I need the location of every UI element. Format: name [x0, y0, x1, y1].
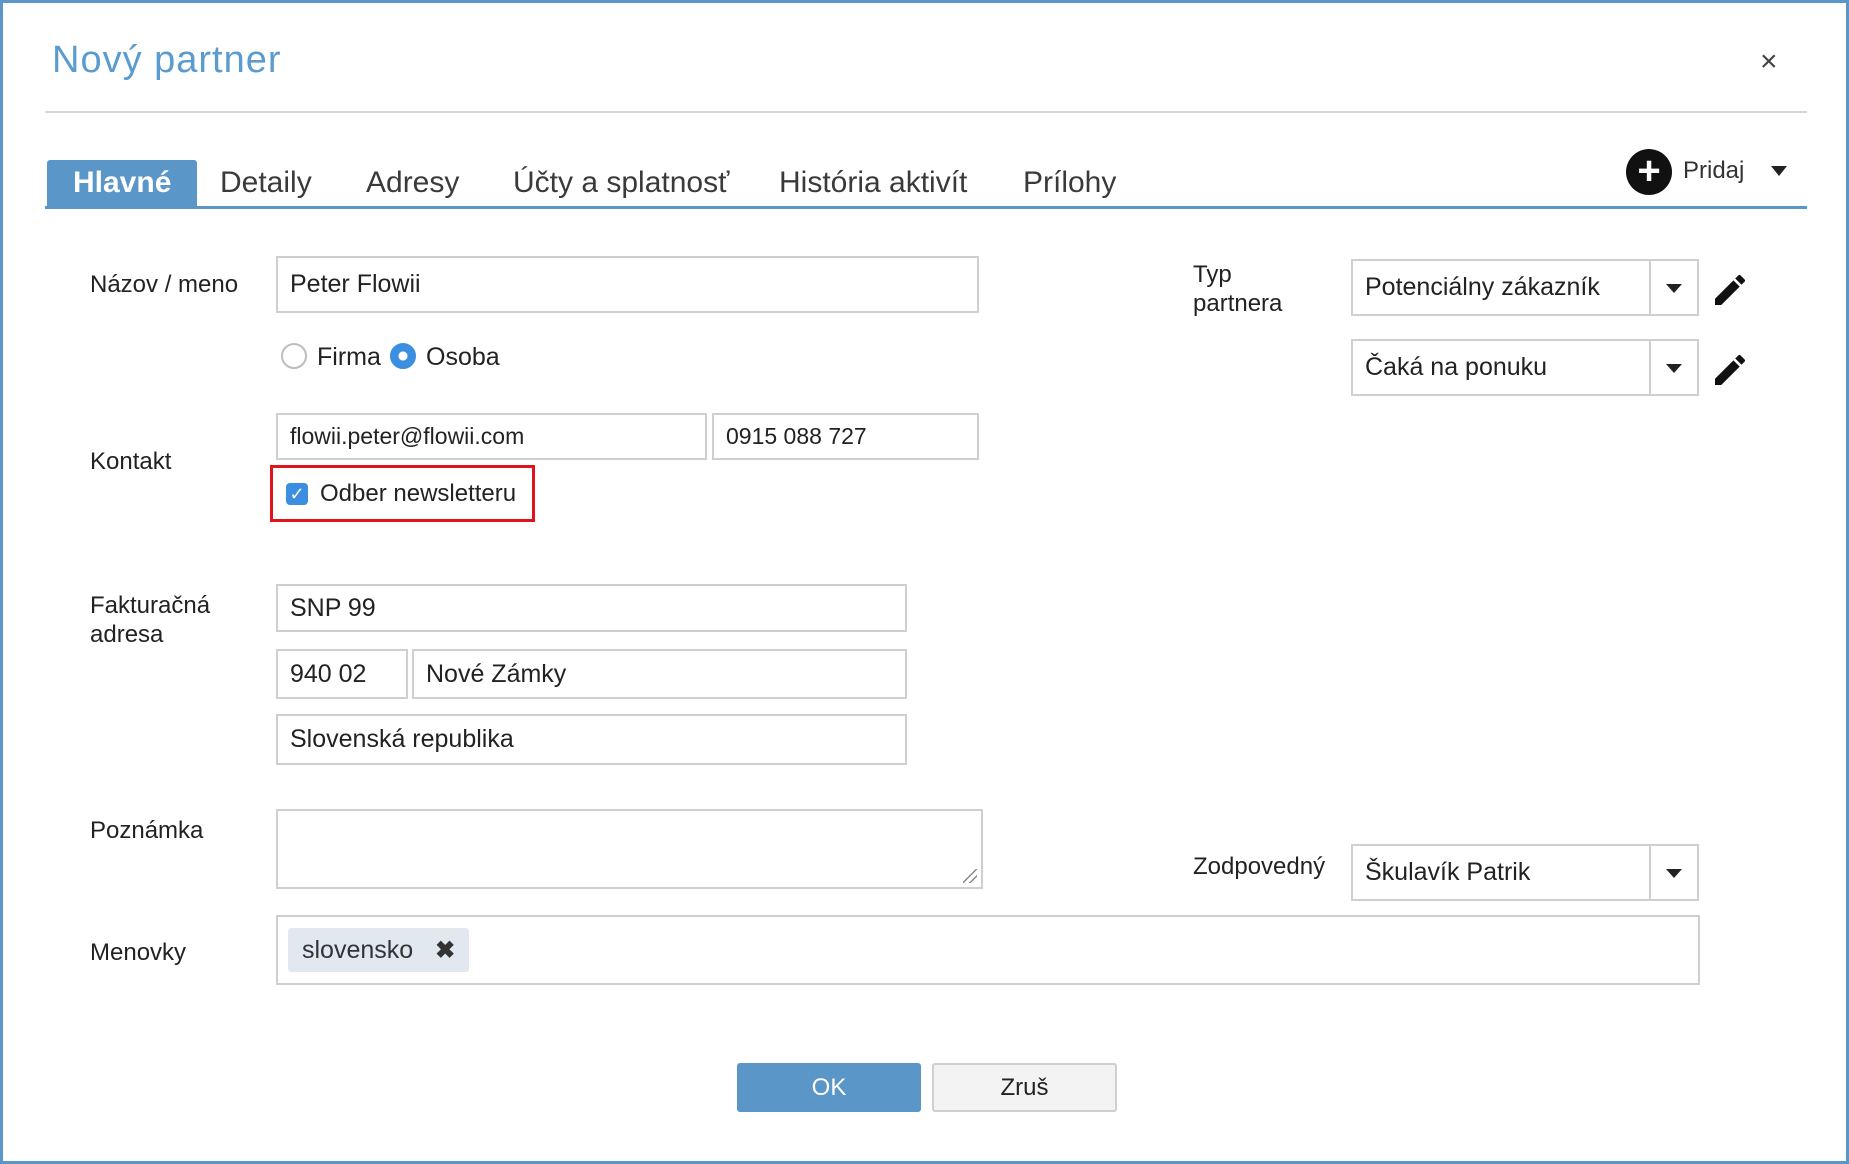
- tab-detaily[interactable]: Detaily: [194, 160, 338, 206]
- billing-label-line2: adresa: [90, 621, 164, 648]
- name-input-value: Peter Flowii: [290, 270, 421, 298]
- header-divider: [45, 111, 1807, 113]
- partner-type-select[interactable]: Potenciálny zákazník: [1351, 259, 1699, 316]
- radio-firma[interactable]: [281, 343, 307, 369]
- note-label: Poznámka: [90, 817, 204, 844]
- city-input[interactable]: Nové Zámky: [412, 649, 907, 699]
- partner-type-label-line1: Typ: [1193, 261, 1232, 288]
- tab-hlavne[interactable]: Hlavné: [47, 160, 198, 206]
- billing-label-line1: Fakturačná: [90, 592, 211, 619]
- zip-value: 940 02: [290, 659, 367, 688]
- tag-label: slovensko: [302, 935, 414, 964]
- status-select[interactable]: Čaká na ponuku: [1351, 339, 1699, 396]
- note-textarea[interactable]: [276, 809, 983, 889]
- street-value: SNP 99: [290, 593, 376, 622]
- chevron-down-icon[interactable]: [1771, 166, 1787, 176]
- radio-osoba-label[interactable]: Osoba: [426, 343, 500, 372]
- country-value: Slovenská republika: [290, 725, 514, 753]
- close-icon[interactable]: ×: [1760, 45, 1778, 79]
- tab-prilohy[interactable]: Prílohy: [997, 160, 1142, 206]
- dialog-title: Nový partner: [52, 39, 282, 81]
- partner-type-value: Potenciálny zákazník: [1365, 273, 1600, 301]
- ok-button[interactable]: OK: [737, 1063, 921, 1112]
- phone-value: 0915 088 727: [726, 423, 867, 449]
- add-menu-label[interactable]: Pridaj: [1683, 157, 1744, 185]
- tab-adresy[interactable]: Adresy: [340, 160, 485, 206]
- status-value: Čaká na ponuku: [1365, 353, 1548, 381]
- radio-firma-label[interactable]: Firma: [317, 343, 381, 372]
- zip-input[interactable]: 940 02: [276, 649, 408, 699]
- remove-tag-icon[interactable]: ✖: [435, 936, 455, 965]
- responsible-select[interactable]: Škulavík Patrik: [1351, 844, 1699, 901]
- tags-input[interactable]: slovensko ✖: [276, 915, 1700, 985]
- email-field[interactable]: flowii.peter@flowii.com: [276, 413, 707, 460]
- chevron-down-icon[interactable]: [1649, 261, 1697, 314]
- partner-type-label-line2: partnera: [1193, 290, 1283, 317]
- edit-pencil-icon[interactable]: [1710, 350, 1750, 390]
- tag-chip: slovensko ✖: [288, 928, 470, 972]
- street-input[interactable]: SNP 99: [276, 584, 907, 632]
- city-value: Nové Zámky: [426, 659, 567, 688]
- responsible-value: Škulavík Patrik: [1365, 858, 1531, 886]
- name-label: Názov / meno: [90, 271, 239, 298]
- country-input[interactable]: Slovenská republika: [276, 714, 907, 765]
- responsible-label: Zodpovedný: [1193, 853, 1326, 880]
- contact-label: Kontakt: [90, 448, 172, 475]
- chevron-down-icon[interactable]: [1649, 846, 1697, 899]
- resize-handle-icon[interactable]: [963, 869, 977, 883]
- phone-field[interactable]: 0915 088 727: [712, 413, 979, 460]
- newsletter-checkbox[interactable]: ✓: [286, 483, 308, 505]
- edit-pencil-icon[interactable]: [1710, 270, 1750, 310]
- email-value: flowii.peter@flowii.com: [290, 423, 525, 449]
- name-input[interactable]: Peter Flowii: [276, 256, 979, 313]
- tab-underline: [45, 206, 1807, 209]
- tags-label: Menovky: [90, 939, 187, 966]
- chevron-down-icon[interactable]: [1649, 341, 1697, 394]
- cancel-button[interactable]: Zruš: [932, 1063, 1117, 1112]
- tab-historia-aktivit[interactable]: História aktivít: [753, 160, 993, 206]
- plus-circle-icon[interactable]: +: [1626, 149, 1672, 195]
- new-partner-dialog: Nový partner × Hlavné Detaily Adresy Účt…: [0, 0, 1849, 1164]
- radio-osoba[interactable]: [390, 343, 416, 369]
- newsletter-label[interactable]: Odber newsletteru: [320, 480, 516, 508]
- tab-ucty-a-splatnost[interactable]: Účty a splatnosť: [487, 160, 755, 206]
